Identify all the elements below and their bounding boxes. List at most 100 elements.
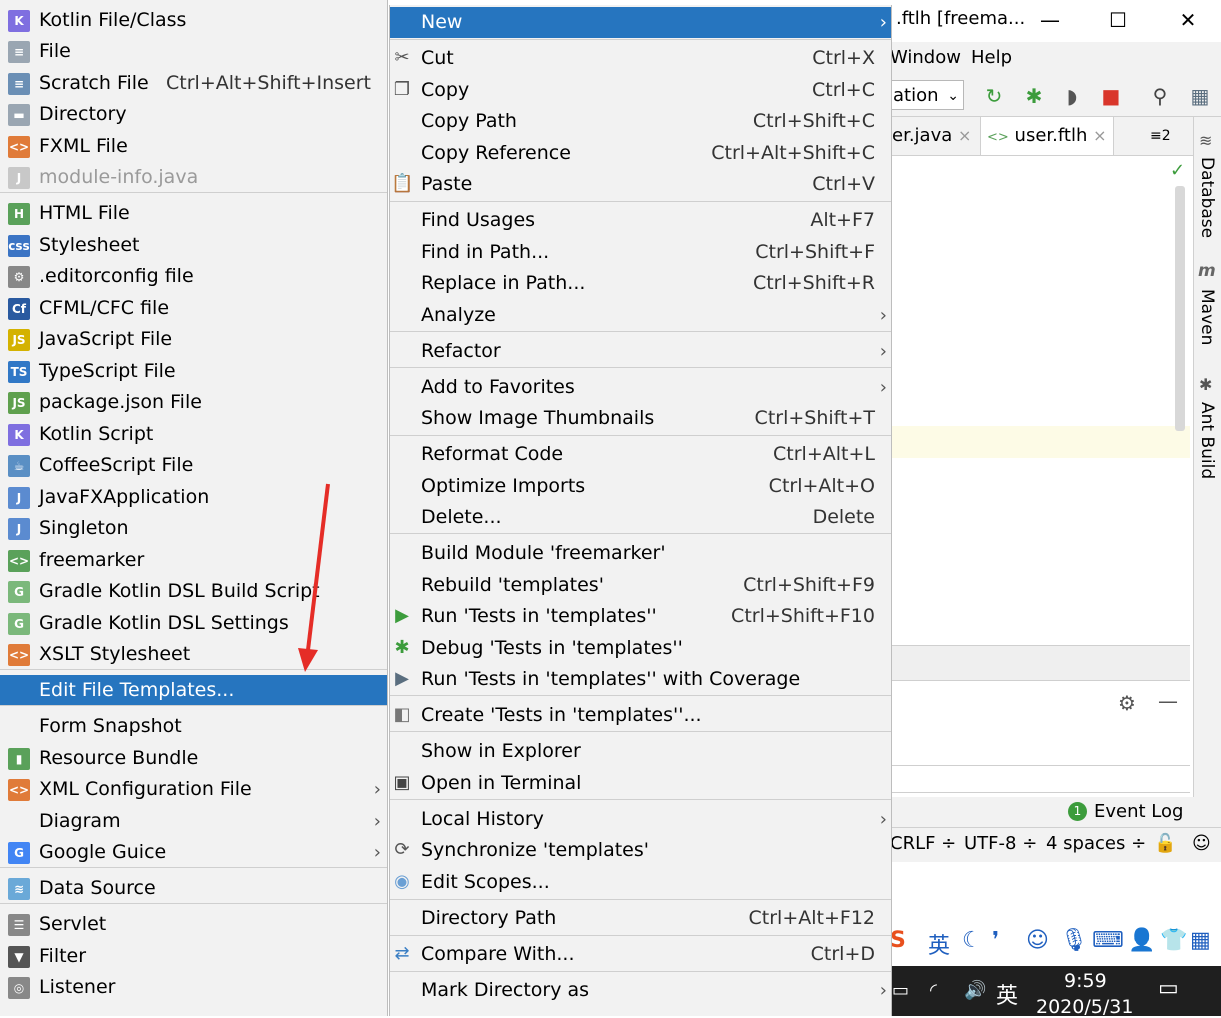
submenu-item-html-file[interactable]: H HTML File [0, 198, 387, 229]
menu-item-add-to-favorites[interactable]: Add to Favorites › [390, 372, 891, 403]
menu-item-reformat-code[interactable]: Reformat Code Ctrl+Alt+L [390, 439, 891, 470]
indent-widget[interactable]: 4 spaces ÷ [1046, 833, 1146, 854]
gear-icon[interactable]: ⚙ [1118, 691, 1136, 715]
menu-item-create-tests-in-templates[interactable]: ◧ Create 'Tests in 'templates''... [390, 700, 891, 731]
tab-user-java[interactable]: er.java × [892, 117, 971, 155]
taskbar-lang[interactable]: 英 [996, 978, 1018, 1010]
user-icon[interactable]: 👤 [1128, 928, 1155, 953]
tab-user-ftlh[interactable]: <> user.ftlh × [980, 117, 1114, 155]
menu-item-optimize-imports[interactable]: Optimize Imports Ctrl+Alt+O [390, 471, 891, 502]
hide-panel-icon[interactable]: — [1158, 689, 1178, 713]
menu-item-directory-path[interactable]: Directory Path Ctrl+Alt+F12 [390, 903, 891, 934]
coverage-icon[interactable]: ◗ [1060, 84, 1084, 108]
submenu-item-servlet[interactable]: ☰ Servlet [0, 909, 387, 940]
menu-item-show-image-thumbnails[interactable]: Show Image Thumbnails Ctrl+Shift+T [390, 403, 891, 434]
encoding-widget[interactable]: UTF-8 ÷ [964, 833, 1037, 854]
menu-item-paste[interactable]: 📋 Paste Ctrl+V [390, 169, 891, 200]
submenu-item-data-source[interactable]: ≋ Data Source [0, 873, 387, 904]
submenu-item-xml-configuration-file[interactable]: <> XML Configuration File › [0, 774, 387, 805]
menu-item-show-in-explorer[interactable]: Show in Explorer [390, 736, 891, 767]
submenu-item-typescript-file[interactable]: TS TypeScript File [0, 356, 387, 387]
clock-time[interactable]: 9:59 [1064, 970, 1107, 992]
menu-item-delete[interactable]: Delete... Delete [390, 502, 891, 533]
run-config-select[interactable]: ation ⌄ [888, 80, 964, 110]
maximize-icon[interactable]: ☐ [1098, 6, 1138, 34]
submenu-item-form-snapshot[interactable]: Form Snapshot [0, 711, 387, 742]
menu-item-run-tests-in-templates[interactable]: ▶ Run 'Tests in 'templates'' Ctrl+Shift+F1… [390, 601, 891, 632]
editor-scrollbar[interactable] [1175, 186, 1185, 431]
submenu-item-javascript-file[interactable]: JS JavaScript File [0, 324, 387, 355]
submenu-item-resource-bundle[interactable]: ▮ Resource Bundle [0, 743, 387, 774]
submenu-item-directory[interactable]: ▬ Directory [0, 99, 387, 130]
menu-item-refactor[interactable]: Refactor › [390, 336, 891, 367]
line-separator-widget[interactable]: CRLF ÷ [890, 833, 956, 854]
submenu-item-diagram[interactable]: Diagram › [0, 806, 387, 837]
menu-item-cut[interactable]: ✂ Cut Ctrl+X [390, 43, 891, 74]
keyboard-icon[interactable]: ⌨ [1092, 928, 1124, 953]
sogou-icon[interactable]: S [890, 928, 906, 953]
lock-icon[interactable]: 🔓 [1154, 833, 1176, 854]
editor-area[interactable]: ✓ [888, 156, 1190, 644]
grid-icon[interactable]: ▦ [1190, 928, 1211, 953]
submenu-item-filter[interactable]: ▼ Filter [0, 941, 387, 972]
menu-item-compare-with[interactable]: ⇄ Compare With... Ctrl+D [390, 939, 891, 970]
submenu-item-scratch-file[interactable]: ≡ Scratch File Ctrl+Alt+Shift+Insert [0, 68, 387, 99]
submenu-item-module-info-java[interactable]: Jmodule-info.java [0, 162, 387, 193]
menu-item-find-usages[interactable]: Find Usages Alt+F7 [390, 205, 891, 236]
menu-item-open-in-terminal[interactable]: ▣ Open in Terminal [390, 768, 891, 799]
submenu-item-cfml-cfc-file[interactable]: Cf CFML/CFC file [0, 293, 387, 324]
menu-item-synchronize-templates[interactable]: ⟳ Synchronize 'templates' [390, 835, 891, 866]
menu-item-analyze[interactable]: Analyze › [390, 300, 891, 331]
tab-close-icon[interactable]: × [1093, 126, 1106, 145]
ant-build-tool-button[interactable]: Ant Build [1197, 402, 1217, 479]
project-structure-icon[interactable]: ▦ [1188, 84, 1212, 108]
submenu-item-coffeescript-file[interactable]: ☕ CoffeeScript File [0, 450, 387, 481]
menu-item-edit-scopes[interactable]: ◉ Edit Scopes... [390, 867, 891, 898]
rerun-icon[interactable]: ↻ [982, 84, 1006, 108]
moon-icon[interactable]: ☾ [962, 928, 982, 953]
submenu-item-stylesheet[interactable]: css Stylesheet [0, 230, 387, 261]
debug-icon[interactable]: ✱ [1022, 84, 1046, 108]
clock-date[interactable]: 2020/5/31 [1036, 996, 1133, 1018]
submenu-item-fxml-file[interactable]: <> FXML File [0, 131, 387, 162]
menu-item-local-history[interactable]: Local History › [390, 804, 891, 835]
menu-item-new[interactable]: New › [390, 7, 891, 38]
menu-item-rebuild-templates[interactable]: Rebuild 'templates' Ctrl+Shift+F9 [390, 570, 891, 601]
close-icon[interactable]: ✕ [1168, 6, 1208, 34]
event-log-button[interactable]: Event Log [1094, 801, 1183, 822]
submenu-item-editorconfig-file[interactable]: ⚙ .editorconfig file [0, 261, 387, 292]
menu-item-build-module-freemarker[interactable]: Build Module 'freemarker' [390, 538, 891, 569]
inspector-icon[interactable]: ☺ [1192, 833, 1211, 854]
menu-item-replace-in-path[interactable]: Replace in Path... Ctrl+Shift+R [390, 268, 891, 299]
menu-window[interactable]: Window [890, 47, 961, 68]
shirt-icon[interactable]: 👕 [1160, 928, 1187, 953]
menu-item-find-in-path[interactable]: Find in Path... Ctrl+Shift+F [390, 237, 891, 268]
microphone-icon[interactable]: 🎙 [1060, 928, 1088, 953]
submenu-item-listener[interactable]: ◎ Listener [0, 972, 387, 1003]
search-icon[interactable]: ⚲ [1148, 84, 1172, 108]
menu-item-copy[interactable]: ❐ Copy Ctrl+C [390, 75, 891, 106]
menu-item-copy-reference[interactable]: Copy Reference Ctrl+Alt+Shift+C [390, 138, 891, 169]
stop-icon[interactable]: ■ [1099, 84, 1123, 108]
menu-item-copy-path[interactable]: Copy Path Ctrl+Shift+C [390, 106, 891, 137]
notification-icon[interactable]: ▭ [1158, 976, 1179, 1001]
database-tool-button[interactable]: Database [1197, 157, 1217, 238]
menu-item-debug-tests-in-templates[interactable]: ✱ Debug 'Tests in 'templates'' [390, 633, 891, 664]
submenu-item-file[interactable]: ≡ File [0, 36, 387, 67]
menu-item-run-tests-in-templates-with-coverage[interactable]: ▶ Run 'Tests in 'templates'' with Coverag… [390, 664, 891, 695]
maven-tool-button[interactable]: Maven [1197, 289, 1217, 345]
menu-help[interactable]: Help [971, 47, 1012, 68]
ime-lang-toggle[interactable]: 英 [928, 928, 950, 960]
smile-icon[interactable]: ☺ [1026, 928, 1049, 953]
tool-panel-input[interactable] [888, 765, 1190, 793]
volume-icon[interactable]: 🔊 [964, 980, 986, 1001]
submenu-item-google-guice[interactable]: G Google Guice › [0, 837, 387, 868]
submenu-item-package-json-file[interactable]: JS package.json File [0, 387, 387, 418]
wifi-icon[interactable]: ◜ [930, 980, 937, 1001]
submenu-item-kotlin-file-class[interactable]: K Kotlin File/Class [0, 5, 387, 36]
tab-overflow-button[interactable]: ≡2 [1150, 117, 1171, 155]
submenu-item-kotlin-script[interactable]: K Kotlin Script [0, 419, 387, 450]
menu-item-mark-directory-as[interactable]: Mark Directory as › [390, 975, 891, 1006]
battery-icon[interactable]: ▭ [892, 980, 909, 1001]
minimize-icon[interactable]: — [1030, 6, 1070, 34]
